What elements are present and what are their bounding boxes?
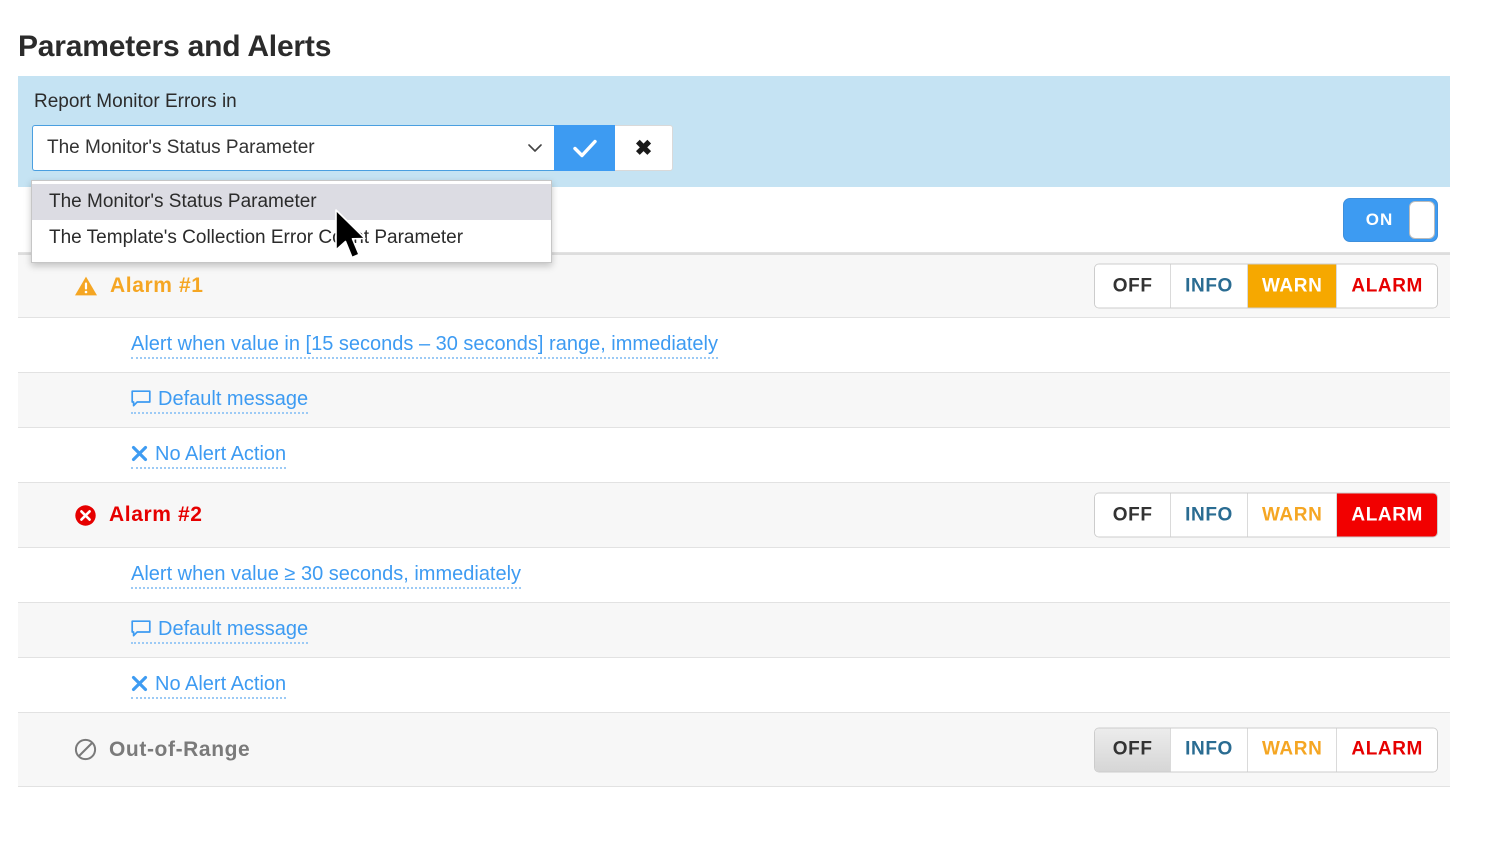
severity-option-alarm[interactable]: ALARM bbox=[1337, 728, 1437, 771]
alert-message-row-alarm-1: Default message bbox=[18, 373, 1450, 428]
alert-action-label: No Alert Action bbox=[155, 672, 286, 696]
alert-title-label: Alarm #1 bbox=[110, 274, 204, 298]
severity-option-warn[interactable]: WARN bbox=[1248, 265, 1337, 308]
severity-selector-out-of-range[interactable]: OFF INFO WARN ALARM bbox=[1094, 727, 1438, 772]
severity-option-warn[interactable]: WARN bbox=[1248, 728, 1337, 771]
alert-condition-row-alarm-1: Alert when value in [15 seconds – 30 sec… bbox=[18, 318, 1450, 373]
alert-condition-label: Alert when value in [15 seconds – 30 sec… bbox=[131, 332, 718, 356]
alert-header-out-of-range: Out-of-Range OFF INFO WARN ALARM bbox=[18, 713, 1450, 787]
report-monitor-errors-label: Report Monitor Errors in bbox=[34, 90, 237, 114]
x-icon bbox=[131, 675, 148, 692]
alert-condition-row-alarm-2: Alert when value ≥ 30 seconds, immediate… bbox=[18, 548, 1450, 603]
monitor-enable-toggle-label: ON bbox=[1344, 210, 1409, 230]
comment-icon bbox=[131, 620, 151, 638]
alert-message-link[interactable]: Default message bbox=[131, 617, 308, 644]
warning-triangle-icon bbox=[74, 275, 98, 297]
severity-selector-alarm-2[interactable]: OFF INFO WARN ALARM bbox=[1094, 493, 1438, 538]
alert-action-link[interactable]: No Alert Action bbox=[131, 442, 286, 469]
severity-option-info[interactable]: INFO bbox=[1171, 494, 1248, 537]
severity-option-alarm[interactable]: ALARM bbox=[1337, 494, 1437, 537]
alert-header-alarm-2: Alarm #2 OFF INFO WARN ALARM bbox=[18, 483, 1450, 548]
alert-title-label: Out-of-Range bbox=[109, 738, 250, 762]
close-icon: ✖ bbox=[635, 136, 653, 161]
alert-title-alarm-1: Alarm #1 bbox=[18, 274, 204, 298]
page-title: Parameters and Alerts bbox=[18, 28, 331, 66]
severity-option-info[interactable]: INFO bbox=[1171, 728, 1248, 771]
alert-condition-link[interactable]: Alert when value ≥ 30 seconds, immediate… bbox=[131, 562, 521, 589]
alerts-list: ON Alarm #1 OFF INFO WARN ALARM Alert wh… bbox=[18, 187, 1450, 787]
error-circle-icon bbox=[74, 504, 97, 527]
report-target-dropdown[interactable]: The Monitor's Status Parameter The Templ… bbox=[31, 180, 552, 263]
severity-option-info[interactable]: INFO bbox=[1171, 265, 1248, 308]
alert-action-link[interactable]: No Alert Action bbox=[131, 672, 286, 699]
severity-option-off[interactable]: OFF bbox=[1095, 728, 1171, 771]
alert-title-label: Alarm #2 bbox=[109, 503, 203, 527]
x-icon bbox=[131, 445, 148, 462]
confirm-button[interactable] bbox=[554, 125, 615, 171]
ban-icon bbox=[74, 738, 97, 761]
report-target-select[interactable]: The Monitor's Status Parameter bbox=[32, 125, 554, 171]
check-icon bbox=[573, 139, 597, 158]
alert-message-label: Default message bbox=[158, 617, 308, 641]
severity-option-off[interactable]: OFF bbox=[1095, 494, 1171, 537]
alert-title-out-of-range: Out-of-Range bbox=[18, 738, 250, 762]
dropdown-option-1[interactable]: The Template's Collection Error Count Pa… bbox=[32, 220, 551, 256]
alert-message-label: Default message bbox=[158, 387, 308, 411]
alert-action-row-alarm-2: No Alert Action bbox=[18, 658, 1450, 713]
comment-icon bbox=[131, 390, 151, 408]
severity-option-off[interactable]: OFF bbox=[1095, 265, 1171, 308]
toggle-knob bbox=[1409, 201, 1435, 239]
report-target-select-value: The Monitor's Status Parameter bbox=[33, 137, 315, 159]
alert-condition-label: Alert when value ≥ 30 seconds, immediate… bbox=[131, 562, 521, 586]
alert-message-row-alarm-2: Default message bbox=[18, 603, 1450, 658]
alert-action-row-alarm-1: No Alert Action bbox=[18, 428, 1450, 483]
severity-option-warn[interactable]: WARN bbox=[1248, 494, 1337, 537]
alert-action-label: No Alert Action bbox=[155, 442, 286, 466]
alert-title-alarm-2: Alarm #2 bbox=[18, 503, 203, 527]
monitor-enable-toggle[interactable]: ON bbox=[1343, 198, 1438, 242]
severity-option-alarm[interactable]: ALARM bbox=[1337, 265, 1437, 308]
alert-message-link[interactable]: Default message bbox=[131, 387, 308, 414]
report-monitor-errors-banner: Report Monitor Errors in The Monitor's S… bbox=[18, 76, 1450, 187]
parameter-selector-editor: The Monitor's Status Parameter ✖ bbox=[32, 125, 673, 171]
cancel-button[interactable]: ✖ bbox=[615, 125, 673, 171]
severity-selector-alarm-1[interactable]: OFF INFO WARN ALARM bbox=[1094, 264, 1438, 309]
alert-condition-link[interactable]: Alert when value in [15 seconds – 30 sec… bbox=[131, 332, 718, 359]
dropdown-option-0[interactable]: The Monitor's Status Parameter bbox=[32, 184, 551, 220]
chevron-down-icon bbox=[528, 141, 542, 155]
